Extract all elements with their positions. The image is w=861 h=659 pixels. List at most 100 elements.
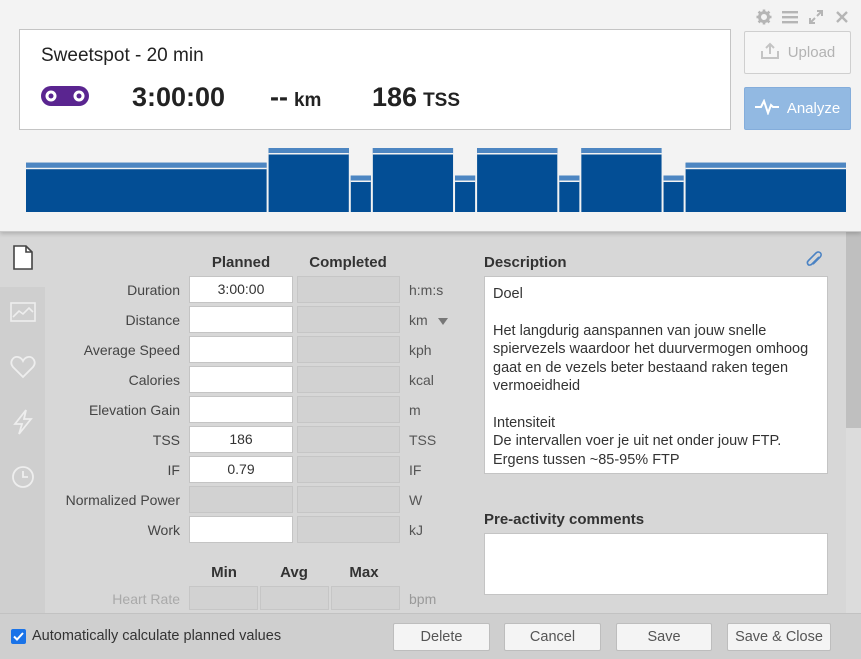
paperclip-icon[interactable] <box>806 251 824 276</box>
tss-completed-input <box>297 426 400 453</box>
tab-heart-rate[interactable] <box>0 342 45 397</box>
elevation-gain-completed-input <box>297 396 400 423</box>
auto-calculate-label: Automatically calculate planned values <box>32 628 282 644</box>
pre-activity-comments-label: Pre-activity comments <box>484 511 645 528</box>
description-textarea[interactable]: Doel Het langdurig aanspannen van jouw s… <box>484 276 828 474</box>
footer-bar: Automatically calculate planned values D… <box>0 613 861 659</box>
col-min: Min <box>211 564 237 581</box>
calories-planned-input[interactable] <box>189 366 293 393</box>
unit-elevation-gain: m <box>409 402 421 418</box>
profile-step <box>477 148 558 212</box>
average-speed-planned-input[interactable] <box>189 336 293 363</box>
work-planned-input[interactable] <box>189 516 293 543</box>
profile-step-divider <box>372 153 454 155</box>
expand-icon[interactable] <box>807 8 825 26</box>
profile-step-divider <box>663 180 684 183</box>
profile-step-cap <box>372 148 454 153</box>
checkmark-icon <box>11 628 26 644</box>
label-tss: TSS <box>152 432 180 448</box>
close-icon[interactable] <box>833 8 851 26</box>
analyze-button[interactable]: Analyze <box>744 87 851 130</box>
lightning-icon <box>12 409 34 440</box>
chart-icon <box>9 302 36 327</box>
menu-icon[interactable] <box>781 8 799 26</box>
gear-icon[interactable] <box>755 8 773 26</box>
profile-step <box>372 148 454 212</box>
pulse-icon <box>754 97 779 119</box>
profile-step-divider <box>581 153 662 155</box>
normalized-power-planned-input <box>189 486 293 513</box>
auto-calculate-checkbox[interactable]: Automatically calculate planned values <box>11 628 281 644</box>
tab-details[interactable] <box>0 232 46 287</box>
workout-title: Sweetspot - 20 min <box>41 45 204 66</box>
save-close-button[interactable]: Save & Close <box>727 623 831 651</box>
profile-step <box>581 148 662 212</box>
unit-work: kJ <box>409 522 423 538</box>
heart-rate-avg-input <box>260 586 329 610</box>
unit-average-speed: kph <box>409 342 432 358</box>
upload-icon <box>760 42 780 64</box>
if-planned-input[interactable]: 0.79 <box>189 456 293 483</box>
profile-step <box>268 148 349 212</box>
elevation-gain-planned-input[interactable] <box>189 396 293 423</box>
scrollbar-thumb[interactable] <box>846 232 861 428</box>
unit-heart-rate: bpm <box>409 591 437 607</box>
heart-rate-min-input <box>189 586 258 610</box>
workout-header: Sweetspot - 20 min 3:00:00 -- km 186 TSS U… <box>0 0 861 232</box>
profile-step-cap <box>581 148 662 153</box>
label-average-speed: Average Speed <box>83 342 180 358</box>
label-normalized-power: Normalized Power <box>65 492 180 508</box>
profile-step <box>685 162 846 212</box>
tab-charts[interactable] <box>0 287 45 342</box>
duration-completed-input <box>297 276 400 303</box>
window-controls <box>755 8 851 26</box>
label-distance: Distance <box>125 312 180 328</box>
save-button[interactable]: Save <box>616 623 712 651</box>
tab-time[interactable] <box>0 452 45 507</box>
distance-unit-select[interactable]: km <box>409 312 448 328</box>
col-max: Max <box>349 564 379 581</box>
profile-step-cap <box>26 162 267 168</box>
label-heart-rate: Heart Rate <box>112 591 180 607</box>
distance-value: -- <box>270 82 288 112</box>
profile-step-divider <box>350 180 371 183</box>
distance-completed-input <box>297 306 400 333</box>
unit-if: IF <box>409 462 422 478</box>
profile-step-cap <box>685 162 846 168</box>
distance-unit: km <box>293 90 322 111</box>
side-tabs <box>0 232 46 613</box>
document-icon <box>13 244 33 275</box>
pre-activity-comments-input[interactable] <box>484 533 828 595</box>
profile-step-divider <box>26 167 267 170</box>
label-work: Work <box>147 522 180 538</box>
chevron-down-icon <box>437 317 448 325</box>
profile-step-divider <box>559 180 580 183</box>
upload-button[interactable]: Upload <box>744 31 851 74</box>
bike-chain-icon <box>40 84 90 113</box>
workout-profile-chart <box>26 148 846 212</box>
tab-power[interactable] <box>0 397 45 452</box>
workout-summary-card: Sweetspot - 20 min 3:00:00 -- km 186 TSS <box>19 29 731 130</box>
tss-unit: TSS <box>423 90 461 111</box>
profile-step-cap <box>477 148 558 153</box>
unit-distance: km <box>409 312 428 328</box>
profile-step-cap <box>268 148 349 153</box>
description-label: Description <box>484 254 567 271</box>
label-calories: Calories <box>128 372 180 388</box>
profile-step-cap <box>350 175 371 181</box>
duration-planned-input[interactable]: 3:00:00 <box>189 276 293 303</box>
average-speed-completed-input <box>297 336 400 363</box>
col-planned: Planned <box>211 254 271 271</box>
delete-button[interactable]: Delete <box>393 623 490 651</box>
distance-planned-input[interactable] <box>189 306 293 333</box>
cancel-button[interactable]: Cancel <box>504 623 601 651</box>
unit-normalized-power: W <box>409 492 423 508</box>
calories-completed-input <box>297 366 400 393</box>
tss-planned-input[interactable]: 186 <box>189 426 293 453</box>
profile-step-divider <box>685 167 846 170</box>
tss-stat: 186 TSS <box>372 82 460 113</box>
label-if: IF <box>167 462 180 478</box>
profile-step-cap <box>559 175 580 181</box>
heart-rate-max-input <box>331 586 400 610</box>
col-avg: Avg <box>280 564 308 581</box>
